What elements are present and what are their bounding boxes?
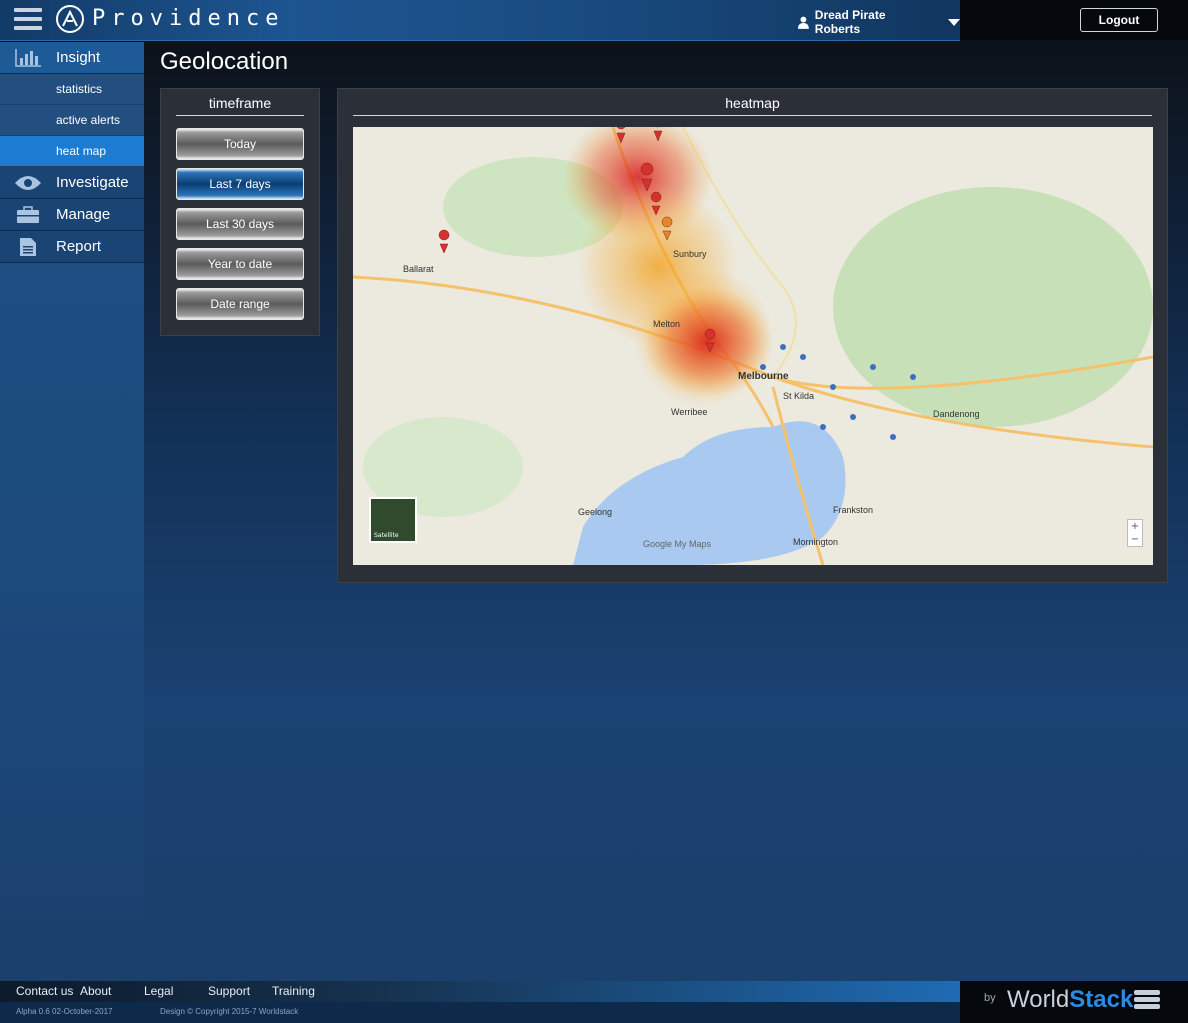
sidebar-item-label: Insight (56, 49, 101, 66)
map-location-dot (870, 364, 876, 370)
sidebar-subitem-statistics[interactable]: statistics (0, 74, 144, 105)
document-icon (0, 237, 56, 257)
footer-copyright: Design © Copyright 2015-7 Worldstack (160, 1007, 299, 1016)
map-location-dot (850, 414, 856, 420)
worldstack-logo-icon (1134, 990, 1160, 1009)
worldstack-logo: WorldStack (1007, 986, 1133, 1014)
sidebar-item-report[interactable]: Report (0, 231, 144, 263)
heatmap-panel: heatmap Melbourne Geelong Frankston Werr… (337, 88, 1168, 583)
map-location-dot (890, 434, 896, 440)
footer-link-about[interactable]: About (80, 984, 111, 998)
sidebar-subitem-active-alerts[interactable]: active alerts (0, 105, 144, 136)
user-name: Dread Pirate Roberts (814, 8, 886, 36)
sidebar: Insight statistics active alerts heat ma… (0, 42, 144, 942)
footer-link-training[interactable]: Training (272, 984, 315, 998)
heatmap-map[interactable]: Melbourne Geelong Frankston Werribee Bal… (353, 127, 1153, 565)
timeframe-today-button[interactable]: Today (176, 128, 304, 160)
eye-icon (0, 175, 56, 191)
map-label-melton: Melton (653, 319, 680, 329)
timeframe-last-30-days-button[interactable]: Last 30 days (176, 208, 304, 240)
map-label-ballarat: Ballarat (403, 264, 434, 274)
map-label-werribee: Werribee (671, 407, 707, 417)
map-label-melbourne: Melbourne (738, 371, 789, 382)
logout-button[interactable]: Logout (1080, 8, 1158, 32)
map-marker-icon[interactable] (438, 229, 450, 254)
map-location-dot (820, 424, 826, 430)
timeframe-year-to-date-button[interactable]: Year to date (176, 248, 304, 280)
top-bar: Providence Dread Pirate Roberts (0, 0, 960, 41)
zoom-control: + − (1127, 519, 1143, 547)
timeframe-title: timeframe (176, 95, 304, 116)
page-title: Geolocation (160, 48, 289, 75)
sidebar-item-insight[interactable]: Insight (0, 42, 144, 74)
map-label-st-kilda: St Kilda (783, 391, 814, 401)
footer-version: Alpha 0.6 02-October-2017 (16, 1007, 113, 1016)
footer-by: by (984, 992, 996, 1004)
menu-icon[interactable] (14, 8, 42, 32)
map-label-frankston: Frankston (833, 505, 873, 515)
footer-link-legal[interactable]: Legal (144, 984, 173, 998)
zoom-out-button[interactable]: − (1128, 533, 1142, 546)
brand-world: World (1007, 986, 1070, 1013)
sidebar-item-manage[interactable]: Manage (0, 199, 144, 231)
satellite-toggle-button[interactable]: Satellite (369, 497, 417, 543)
map-label-sunbury: Sunbury (673, 249, 707, 259)
map-location-dot (800, 354, 806, 360)
sidebar-item-label: Investigate (56, 174, 129, 191)
briefcase-icon (0, 205, 56, 224)
timeframe-date-range-button[interactable]: Date range (176, 288, 304, 320)
bar-chart-icon (0, 48, 56, 67)
timeframe-last-7-days-button[interactable]: Last 7 days (176, 168, 304, 200)
heatmap-title: heatmap (353, 95, 1152, 116)
user-icon (798, 16, 809, 29)
footer-link-contact[interactable]: Contact us (16, 984, 73, 998)
map-location-dot (910, 374, 916, 380)
zoom-in-button[interactable]: + (1128, 520, 1142, 533)
map-attribution: Google My Maps (643, 539, 712, 549)
map-location-dot (830, 384, 836, 390)
logo-icon (56, 5, 84, 33)
satellite-label: Satellite (374, 532, 399, 539)
map-location-dot (780, 344, 786, 350)
footer-sub-bar (0, 1002, 960, 1023)
sidebar-item-label: Report (56, 238, 102, 255)
sidebar-subitem-heat-map[interactable]: heat map (0, 136, 144, 167)
sidebar-item-investigate[interactable]: Investigate (0, 167, 144, 199)
map-label-geelong: Geelong (578, 507, 612, 517)
map-label-mornington: Mornington (793, 537, 838, 547)
footer-link-support[interactable]: Support (208, 984, 250, 998)
timeframe-panel: timeframe Today Last 7 days Last 30 days… (160, 88, 320, 336)
map-location-dot (760, 364, 766, 370)
brand-stack: Stack (1069, 986, 1134, 1013)
user-menu[interactable]: Dread Pirate Roberts (798, 8, 960, 36)
logo-text: Providence (92, 6, 285, 31)
chevron-down-icon[interactable] (948, 18, 960, 26)
map-park-area (833, 187, 1153, 427)
sidebar-item-label: Manage (56, 206, 111, 223)
map-label-dandenong: Dandenong (933, 409, 980, 419)
